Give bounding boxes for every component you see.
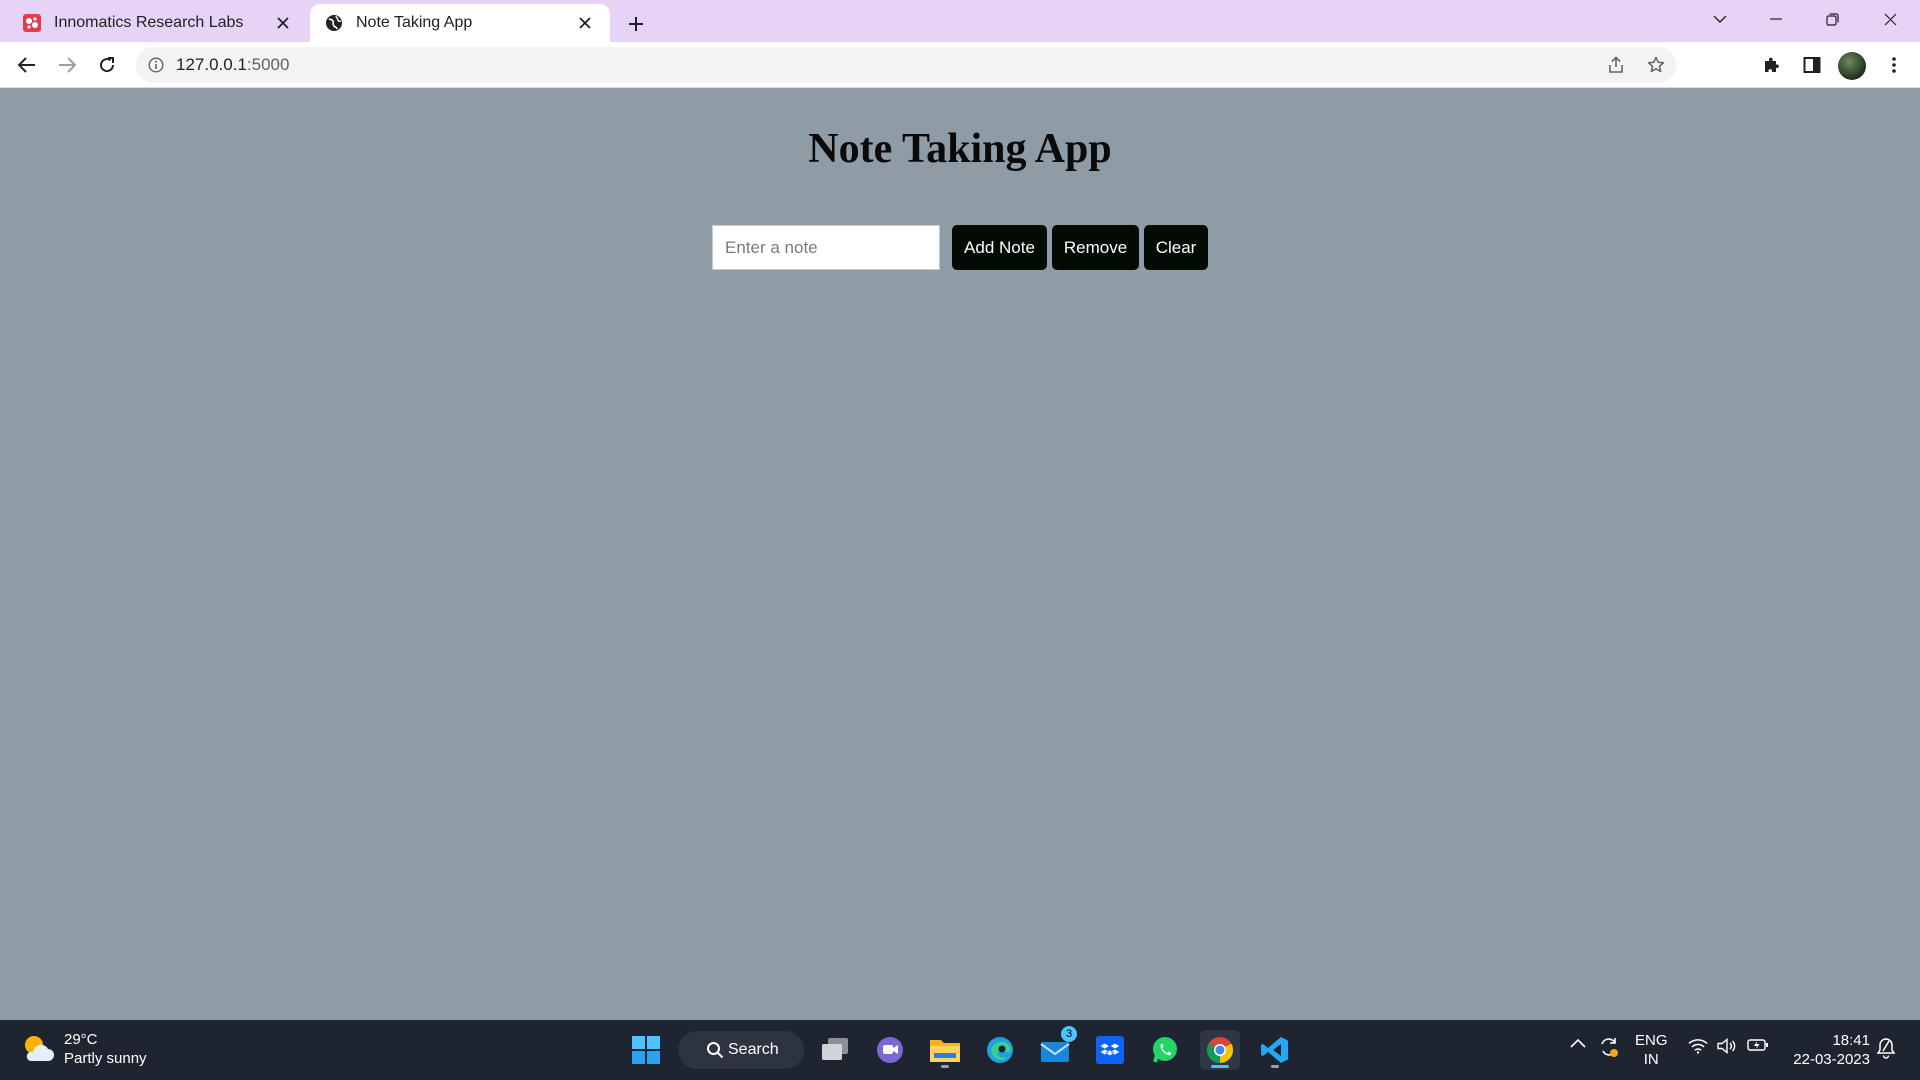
forward-button[interactable] [50, 48, 84, 82]
tab-note-taking-app[interactable]: Note Taking App [310, 4, 610, 42]
url-text[interactable]: 127.0.0.1:5000 [176, 55, 1596, 75]
innomatics-favicon-icon [22, 13, 42, 33]
sync-icon [1601, 1038, 1618, 1057]
search-icon [706, 1041, 724, 1064]
folder-icon [930, 1040, 960, 1062]
info-icon[interactable] [136, 57, 176, 73]
edge-icon [987, 1037, 1013, 1063]
task-view-icon [822, 1038, 848, 1060]
language-region: IN [1643, 1051, 1659, 1068]
note-input[interactable] [712, 225, 940, 270]
chrome-button[interactable] [1200, 1030, 1240, 1070]
url-host: 127.0.0.1 [176, 55, 247, 74]
clock-time: 18:41 [1832, 1032, 1870, 1049]
dropbox-button[interactable] [1090, 1030, 1130, 1070]
weather-widget[interactable]: 29°C Partly sunny [20, 1030, 147, 1068]
minimize-button[interactable] [1748, 0, 1804, 38]
task-view-button[interactable] [815, 1030, 855, 1070]
chevron-up-icon [1570, 1038, 1586, 1048]
close-icon [1884, 13, 1896, 25]
arrow-right-icon [59, 57, 76, 73]
volume-tray-button[interactable] [1717, 1038, 1737, 1054]
active-indicator [1211, 1065, 1229, 1068]
taskbar-search[interactable]: Search [678, 1031, 804, 1069]
browser-tab-strip: Innomatics Research Labs Note Taking App [0, 0, 1920, 42]
profile-avatar[interactable] [1838, 52, 1866, 80]
chevron-down-icon [1713, 15, 1727, 23]
start-button[interactable] [626, 1030, 666, 1070]
language-indicator[interactable]: ENG IN [1635, 1031, 1668, 1069]
extensions-button[interactable] [1755, 48, 1789, 82]
show-hidden-icons-button[interactable] [1570, 1038, 1586, 1048]
clock-date: 22-03-2023 [1793, 1051, 1870, 1068]
vscode-button[interactable] [1255, 1030, 1295, 1070]
side-panel-button[interactable] [1795, 48, 1829, 82]
new-tab-button[interactable] [620, 8, 652, 40]
back-button[interactable] [10, 48, 44, 82]
wifi-icon [1688, 1039, 1708, 1054]
kebab-menu-icon [1892, 57, 1896, 73]
puzzle-icon [1765, 57, 1779, 72]
partly-sunny-icon [20, 1031, 56, 1067]
mail-badge: 3 [1061, 1026, 1077, 1042]
file-explorer-button[interactable] [925, 1030, 965, 1070]
reload-button[interactable] [90, 48, 124, 82]
restore-icon [1825, 12, 1839, 26]
tab-title: Innomatics Research Labs [54, 14, 244, 31]
star-icon[interactable] [1636, 47, 1676, 83]
tab-innomatics[interactable]: Innomatics Research Labs [8, 4, 308, 42]
close-tab-icon[interactable] [272, 12, 294, 34]
sync-tray-button[interactable] [1598, 1036, 1620, 1058]
browser-menu-button[interactable] [1877, 48, 1911, 82]
teams-chat-button[interactable] [870, 1030, 910, 1070]
minimize-icon [1770, 18, 1782, 20]
arrow-left-icon [18, 57, 35, 73]
speaker-icon [1717, 1038, 1736, 1054]
side-panel-icon [1803, 57, 1821, 73]
address-bar[interactable]: 127.0.0.1:5000 [136, 47, 1676, 83]
mail-button[interactable]: 3 [1035, 1026, 1077, 1070]
url-port: :5000 [246, 55, 290, 74]
windows-logo-icon [632, 1036, 660, 1064]
reload-icon [100, 57, 115, 73]
running-indicator [1271, 1065, 1279, 1068]
tab-search-button[interactable] [1692, 0, 1748, 38]
chat-icon [877, 1037, 903, 1063]
browser-toolbar: 127.0.0.1:5000 [0, 42, 1920, 88]
whatsapp-icon [1153, 1037, 1177, 1063]
weather-temperature: 29°C [64, 1031, 98, 1048]
running-indicator [941, 1065, 949, 1068]
vscode-icon [1261, 1037, 1288, 1063]
close-window-button[interactable] [1862, 0, 1918, 38]
clear-button[interactable]: Clear [1144, 225, 1208, 270]
page-title: Note Taking App [808, 126, 1112, 172]
remove-button[interactable]: Remove [1052, 225, 1139, 270]
page-content: Note Taking App Add Note Remove Clear [0, 88, 1920, 1020]
plus-icon [629, 17, 643, 31]
battery-charging-icon [1747, 1039, 1768, 1051]
restore-button[interactable] [1804, 0, 1860, 38]
windows-taskbar: 29°C Partly sunny Search 3 ENG IN 18:41 … [0, 1020, 1920, 1080]
battery-tray-button[interactable] [1747, 1038, 1769, 1052]
whatsapp-button[interactable] [1145, 1030, 1185, 1070]
search-label: Search [728, 1041, 779, 1058]
language-code: ENG [1635, 1032, 1668, 1049]
notifications-button[interactable] [1876, 1037, 1896, 1059]
edge-button[interactable] [980, 1030, 1020, 1070]
notification-bell-icon [1876, 1038, 1896, 1059]
globe-icon [324, 13, 344, 33]
share-icon[interactable] [1596, 47, 1636, 83]
chrome-icon [1206, 1037, 1234, 1064]
tab-title: Note Taking App [356, 14, 473, 31]
add-note-button[interactable]: Add Note [952, 225, 1047, 270]
system-clock[interactable]: 18:41 22-03-2023 [1780, 1031, 1870, 1069]
dropbox-icon [1096, 1036, 1124, 1064]
weather-condition: Partly sunny [64, 1050, 147, 1067]
wifi-tray-button[interactable] [1688, 1038, 1708, 1054]
close-tab-icon[interactable] [574, 12, 596, 34]
